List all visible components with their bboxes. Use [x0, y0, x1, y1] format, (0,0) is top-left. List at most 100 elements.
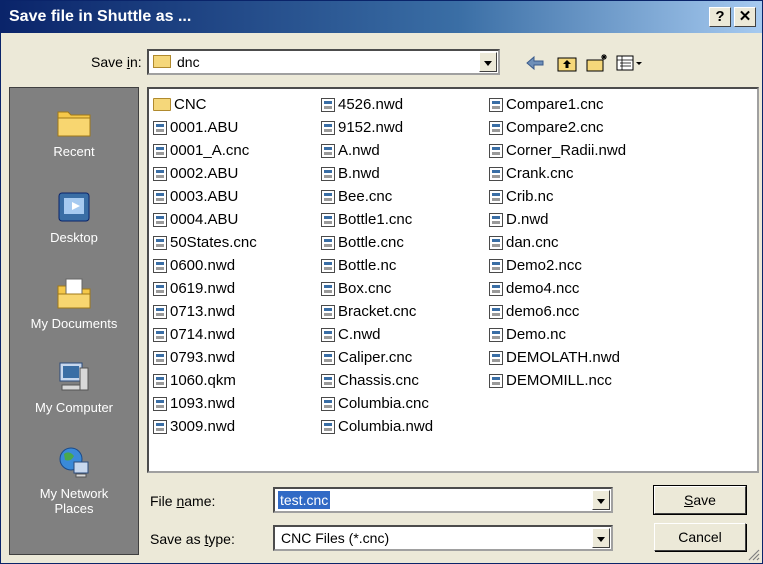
- list-item[interactable]: 0003.ABU: [153, 185, 257, 208]
- file-icon: [153, 327, 167, 342]
- save-as-type-select[interactable]: CNC Files (*.cnc): [273, 525, 613, 551]
- file-icon: [153, 143, 167, 158]
- file-icon: [153, 419, 167, 434]
- up-folder-icon[interactable]: [555, 52, 579, 74]
- save-button[interactable]: Save: [653, 485, 747, 515]
- file-icon: [153, 235, 167, 250]
- list-item[interactable]: A.nwd: [321, 139, 433, 162]
- list-item[interactable]: Box.cnc: [321, 277, 433, 300]
- save-in-label: Save in:: [91, 54, 142, 70]
- list-item[interactable]: 0793.nwd: [153, 346, 257, 369]
- list-item[interactable]: Bracket.cnc: [321, 300, 433, 323]
- file-icon: [489, 327, 503, 342]
- list-item[interactable]: Columbia.nwd: [321, 415, 433, 438]
- list-item[interactable]: 50States.cnc: [153, 231, 257, 254]
- help-button[interactable]: ?: [709, 7, 731, 27]
- list-item-folder[interactable]: CNC: [153, 93, 257, 116]
- list-item[interactable]: Bee.cnc: [321, 185, 433, 208]
- list-item[interactable]: Compare2.cnc: [489, 116, 626, 139]
- file-list[interactable]: CNC 0001.ABU 0001_A.cnc 0002.ABU 0003.AB…: [147, 87, 759, 473]
- place-my-documents[interactable]: My Documents: [10, 274, 138, 331]
- file-name-input[interactable]: test.cnc: [273, 487, 613, 513]
- close-button[interactable]: ✕: [734, 7, 756, 27]
- file-icon: [489, 373, 503, 388]
- file-icon: [321, 327, 335, 342]
- file-icon: [321, 373, 335, 388]
- list-item[interactable]: Caliper.cnc: [321, 346, 433, 369]
- list-item[interactable]: D.nwd: [489, 208, 626, 231]
- list-item[interactable]: 0001_A.cnc: [153, 139, 257, 162]
- save-in-value: dnc: [177, 54, 200, 70]
- list-item[interactable]: demo6.ncc: [489, 300, 626, 323]
- file-icon: [489, 235, 503, 250]
- file-icon: [489, 281, 503, 296]
- save-in-combo[interactable]: dnc: [147, 49, 500, 75]
- resize-grip-icon[interactable]: [746, 547, 760, 561]
- file-name-value[interactable]: test.cnc: [278, 491, 331, 509]
- list-item[interactable]: 0714.nwd: [153, 323, 257, 346]
- list-item[interactable]: C.nwd: [321, 323, 433, 346]
- file-icon: [321, 97, 335, 112]
- list-item[interactable]: dan.cnc: [489, 231, 626, 254]
- place-label: My Computer: [34, 400, 114, 415]
- list-item[interactable]: Bottle1.cnc: [321, 208, 433, 231]
- place-label: My Documents: [30, 316, 118, 331]
- list-item[interactable]: 3009.nwd: [153, 415, 257, 438]
- list-item[interactable]: 0001.ABU: [153, 116, 257, 139]
- place-my-computer[interactable]: My Computer: [10, 358, 138, 415]
- file-column-3: Compare1.cnc Compare2.cnc Corner_Radii.n…: [489, 93, 626, 392]
- file-icon: [489, 143, 503, 158]
- cancel-button[interactable]: Cancel: [654, 523, 746, 551]
- list-item[interactable]: DEMOMILL.ncc: [489, 369, 626, 392]
- list-item[interactable]: 0002.ABU: [153, 162, 257, 185]
- save-in-dropdown-arrow[interactable]: [479, 52, 497, 72]
- places-bar: Recent Desktop My Documents My Computer …: [9, 87, 139, 555]
- list-item[interactable]: Chassis.cnc: [321, 369, 433, 392]
- place-network[interactable]: My Network Places: [10, 444, 138, 516]
- list-item[interactable]: Bottle.cnc: [321, 231, 433, 254]
- list-item[interactable]: Crank.cnc: [489, 162, 626, 185]
- file-name-dropdown-arrow[interactable]: [592, 490, 610, 510]
- save-as-type-dropdown-arrow[interactable]: [592, 528, 610, 548]
- desktop-icon: [58, 192, 90, 222]
- file-icon: [153, 120, 167, 135]
- file-icon: [321, 396, 335, 411]
- place-desktop[interactable]: Desktop: [10, 188, 138, 245]
- list-item[interactable]: 0004.ABU: [153, 208, 257, 231]
- view-menu-icon[interactable]: [615, 52, 645, 74]
- file-icon: [321, 166, 335, 181]
- place-recent[interactable]: Recent: [10, 102, 138, 159]
- list-item[interactable]: Demo2.ncc: [489, 254, 626, 277]
- back-arrow-icon[interactable]: [523, 52, 547, 74]
- file-icon: [153, 281, 167, 296]
- list-item[interactable]: Compare1.cnc: [489, 93, 626, 116]
- list-item[interactable]: Columbia.cnc: [321, 392, 433, 415]
- folder-icon: [153, 98, 171, 111]
- list-item[interactable]: 0713.nwd: [153, 300, 257, 323]
- title-bar[interactable]: Save file in Shuttle as ... ? ✕: [1, 1, 762, 33]
- file-icon: [489, 120, 503, 135]
- file-icon: [153, 189, 167, 204]
- list-item[interactable]: 9152.nwd: [321, 116, 433, 139]
- list-item[interactable]: Demo.nc: [489, 323, 626, 346]
- file-icon: [489, 166, 503, 181]
- list-item[interactable]: 1093.nwd: [153, 392, 257, 415]
- list-item[interactable]: 0600.nwd: [153, 254, 257, 277]
- list-item[interactable]: Crib.nc: [489, 185, 626, 208]
- list-item[interactable]: DEMOLATH.nwd: [489, 346, 626, 369]
- save-as-type-value: CNC Files (*.cnc): [281, 530, 390, 546]
- list-item[interactable]: 0619.nwd: [153, 277, 257, 300]
- my-computer-icon: [59, 362, 89, 391]
- list-item[interactable]: Bottle.nc: [321, 254, 433, 277]
- new-folder-icon[interactable]: [585, 52, 609, 74]
- file-icon: [321, 143, 335, 158]
- file-icon: [153, 373, 167, 388]
- file-icon: [321, 212, 335, 227]
- list-item[interactable]: demo4.ncc: [489, 277, 626, 300]
- list-item[interactable]: 4526.nwd: [321, 93, 433, 116]
- list-item[interactable]: 1060.qkm: [153, 369, 257, 392]
- list-item[interactable]: Corner_Radii.nwd: [489, 139, 626, 162]
- file-icon: [321, 350, 335, 365]
- list-item[interactable]: B.nwd: [321, 162, 433, 185]
- file-icon: [321, 304, 335, 319]
